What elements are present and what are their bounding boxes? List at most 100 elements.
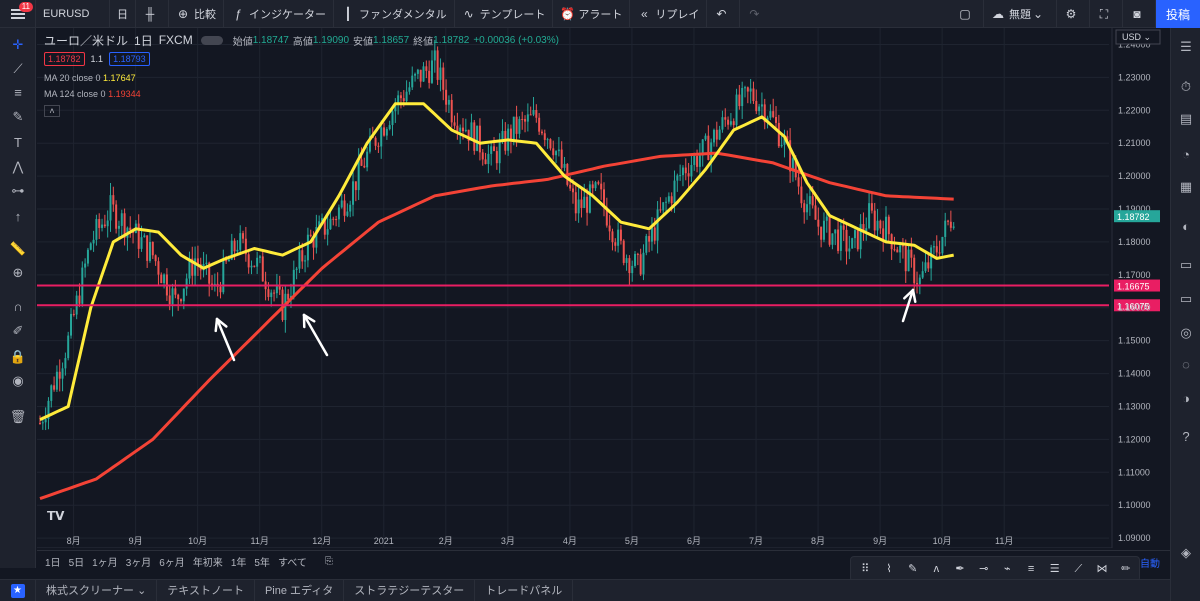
layout-select-button[interactable]: ▢: [951, 0, 984, 28]
timeframe-ytd[interactable]: 年初来: [193, 554, 223, 569]
tab-pine-editor[interactable]: Pine エディタ: [255, 579, 345, 601]
candle-body: [704, 135, 707, 140]
lock-icon[interactable]: 🔒: [9, 348, 27, 366]
arrow-icon[interactable]: ↑: [9, 208, 27, 226]
timeframe-3m[interactable]: 3ヶ月: [126, 554, 152, 569]
indicators-button[interactable]: ƒ インジケーター: [224, 0, 334, 28]
trend-line-icon[interactable]: ⟋: [1068, 559, 1089, 579]
tab-strategy-tester[interactable]: ストラテジーテスター: [344, 579, 476, 601]
candle-body: [332, 218, 335, 220]
settings-button[interactable]: ⚙: [1057, 0, 1090, 28]
timeframe-5y[interactable]: 5年: [254, 554, 270, 569]
pencil-icon[interactable]: ✏: [1115, 559, 1136, 579]
candle-body: [645, 236, 648, 253]
parallel-channel-icon[interactable]: ≡: [1021, 559, 1042, 579]
zigzag-icon[interactable]: ⌇: [879, 559, 900, 579]
layers-icon[interactable]: ◈: [1177, 544, 1195, 562]
candle-body: [498, 140, 501, 164]
auto-scale-button[interactable]: 自動: [1140, 555, 1160, 570]
broadcast-icon[interactable]: ◌: [1177, 356, 1195, 374]
compare-button[interactable]: ⊕ 比較: [169, 0, 224, 28]
tab-text-notes[interactable]: テキストノート: [157, 579, 255, 601]
elliott-wave-icon[interactable]: ᴧ: [926, 559, 947, 579]
hotlist-icon[interactable]: ◔: [1177, 146, 1195, 164]
ideas-icon[interactable]: ◐: [1177, 218, 1195, 236]
tab-stock-screener[interactable]: 株式スクリーナー ⌄: [36, 579, 158, 601]
ma124-legend[interactable]: MA 124 close 0 1.19344: [44, 86, 559, 102]
visibility-toggle[interactable]: [200, 35, 223, 45]
undo-icon: ↶: [716, 6, 727, 21]
timeframe-5d[interactable]: 5日: [69, 554, 85, 569]
streams-icon[interactable]: ▭: [1177, 290, 1195, 308]
trend-line-icon[interactable]: ⟋: [9, 60, 27, 78]
crosshair-icon[interactable]: ✛: [9, 36, 27, 54]
symbol-search-button[interactable]: EURUSD: [36, 0, 110, 28]
pen-icon[interactable]: ✒: [950, 559, 971, 579]
candle-body: [918, 277, 921, 285]
candle-body: [758, 106, 761, 112]
candles-icon: ╫: [145, 6, 155, 21]
horizontal-lines-icon[interactable]: ☰: [1044, 559, 1065, 579]
post-button[interactable]: 投稿: [1156, 0, 1200, 28]
fundamental-button[interactable]: ┃ ファンダメンタル: [334, 0, 455, 28]
alert-button[interactable]: ⏰ アラート: [553, 0, 631, 28]
eye-icon[interactable]: ◉: [9, 372, 27, 390]
chart-style-button[interactable]: ╫: [136, 0, 169, 28]
candle-body: [845, 229, 848, 252]
timeframe-1m[interactable]: 1ヶ月: [92, 554, 118, 569]
signals-icon[interactable]: ◎: [1177, 324, 1195, 342]
layout-name-button[interactable]: ☁ 無題 ⌄: [984, 0, 1057, 28]
redo-button[interactable]: ↷: [740, 0, 772, 28]
interval-button[interactable]: 日: [110, 0, 136, 28]
snapshot-button[interactable]: ◙: [1123, 0, 1156, 28]
drag-handle-icon[interactable]: ⠿: [855, 559, 876, 579]
forecast-icon[interactable]: ⊶: [9, 182, 27, 200]
pattern-icon[interactable]: ⋀: [9, 158, 27, 176]
ruler-icon[interactable]: 📏: [9, 240, 27, 258]
candle-body: [456, 125, 459, 132]
candle-body: [61, 368, 64, 379]
trash-icon[interactable]: 🗑: [9, 408, 27, 426]
replay-button[interactable]: « リプレイ: [630, 0, 708, 28]
widget-button[interactable]: ★: [0, 579, 36, 601]
candle-body: [859, 224, 862, 250]
undo-button[interactable]: ↶: [707, 0, 741, 28]
price-tick-label: 1.18000: [1118, 237, 1151, 247]
tab-trade-panel[interactable]: トレードパネル: [475, 579, 574, 601]
main-menu-button[interactable]: 11: [0, 0, 36, 28]
candle-body: [557, 149, 560, 152]
watchlist-icon[interactable]: ☰: [1177, 38, 1195, 56]
calendar-icon[interactable]: ▦: [1177, 178, 1195, 196]
stay-drawing-icon[interactable]: ✐: [9, 322, 27, 340]
buy-price-button[interactable]: 1.18793: [109, 52, 150, 66]
link-icon[interactable]: ⌁: [997, 559, 1018, 579]
goto-date-icon[interactable]: ⎘: [325, 556, 333, 567]
data-window-icon[interactable]: ▤: [1177, 110, 1195, 128]
order-panel-icon[interactable]: ◑: [1177, 390, 1195, 408]
candle-body: [227, 259, 230, 262]
collapse-legend-button[interactable]: ˄: [44, 105, 60, 117]
timeframe-1y[interactable]: 1年: [231, 554, 247, 569]
candle-body: [287, 293, 290, 300]
text-icon[interactable]: T: [9, 134, 27, 152]
horizontal-ray-icon[interactable]: ⊸: [973, 559, 994, 579]
candle-body: [690, 164, 693, 177]
fullscreen-button[interactable]: ⛶: [1090, 0, 1123, 28]
timeframe-all[interactable]: すべて: [278, 554, 307, 569]
candle-body: [524, 119, 527, 122]
ma20-legend[interactable]: MA 20 close 0 1.17647: [44, 70, 559, 86]
zoom-icon[interactable]: ⊕: [9, 264, 27, 282]
brush-icon[interactable]: ✎: [902, 559, 923, 579]
alerts-icon[interactable]: ⏱: [1177, 78, 1195, 96]
fib-icon[interactable]: ≡: [9, 84, 27, 102]
chats-icon[interactable]: ▭: [1177, 256, 1195, 274]
xabcd-pattern-icon[interactable]: ⋈: [1092, 559, 1113, 579]
timeframe-6m[interactable]: 6ヶ月: [159, 554, 185, 569]
notification-badge: 11: [18, 1, 33, 12]
sell-price-button[interactable]: 1.18782: [44, 52, 85, 66]
template-button[interactable]: ∿ テンプレート: [455, 0, 554, 28]
help-icon[interactable]: ?: [1177, 428, 1195, 446]
brush-icon[interactable]: ✎: [9, 108, 27, 126]
magnet-icon[interactable]: ∩: [9, 298, 27, 316]
timeframe-1d[interactable]: 1日: [45, 554, 61, 569]
